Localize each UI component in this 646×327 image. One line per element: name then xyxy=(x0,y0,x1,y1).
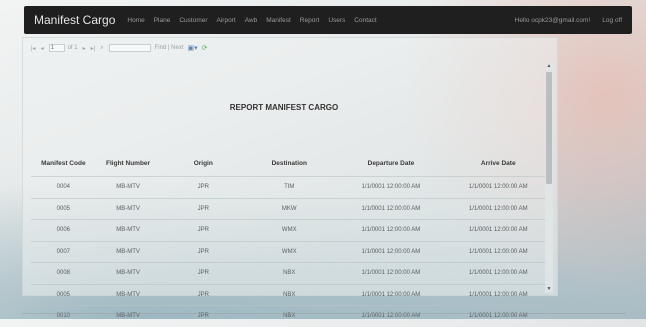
nav-user-area: Hello ocpk23@gmail.com! Log off xyxy=(515,17,622,24)
cell-manifest-code: 0008 xyxy=(31,262,96,284)
logout-link[interactable]: Log off xyxy=(602,17,622,24)
cell-arrive-date: 1/1/0001 12:00:00 AM xyxy=(449,305,547,327)
page-count-label: of 1 xyxy=(67,45,78,51)
cell-manifest-code: 0005 xyxy=(31,283,96,306)
cell-departure-date: 1/1/0001 12:00:00 AM xyxy=(332,283,450,306)
column-header-origin: Origin xyxy=(193,159,213,167)
cell-origin: JPR xyxy=(160,283,247,306)
cell-origin: JPR xyxy=(160,305,247,327)
cell-departure-date: 1/1/0001 12:00:00 AM xyxy=(332,262,450,284)
cell-departure-date: 1/1/0001 12:00:00 AM xyxy=(332,240,450,263)
nav-item-users[interactable]: Users xyxy=(328,17,345,24)
nav-menu: Home Plane Customer Airport Awb Manifest… xyxy=(127,17,385,24)
footer-divider xyxy=(22,313,626,314)
cell-arrive-date: 1/1/0001 12:00:00 AM xyxy=(449,240,547,263)
cell-destination: NBX xyxy=(246,305,333,327)
cell-origin: JPR xyxy=(160,176,247,198)
zoom-icon[interactable]: ⌕ xyxy=(100,45,103,52)
cell-origin: JPR xyxy=(160,240,247,263)
column-header-destination: Destination xyxy=(271,159,307,167)
user-greeting-link[interactable]: Hello ocpk23@gmail.com! xyxy=(515,17,591,24)
cell-manifest-code: 0006 xyxy=(31,219,96,241)
cell-arrive-date: 1/1/0001 12:00:00 AM xyxy=(449,283,547,306)
column-header-departure-date: Departure Date xyxy=(367,159,415,167)
cell-origin: JPR xyxy=(160,219,247,241)
column-header-flight-number: Flight Number xyxy=(106,159,151,167)
refresh-icon[interactable]: ⟳ xyxy=(202,44,208,52)
nav-item-manifest[interactable]: Manifest xyxy=(266,17,291,24)
cell-flight-number: MB-MTV xyxy=(95,219,161,241)
table-row: 0008 MB-MTV JPR NBX 1/1/0001 12:00:00 AM… xyxy=(31,262,547,284)
cell-origin: JPR xyxy=(160,197,247,220)
nav-item-contact[interactable]: Contact xyxy=(354,17,376,24)
cell-flight-number: MB-MTV xyxy=(95,240,161,263)
cell-flight-number: MB-MTV xyxy=(95,197,161,220)
page-number-input[interactable]: 1 xyxy=(48,44,65,52)
cell-flight-number: MB-MTV xyxy=(95,283,161,306)
cell-destination: WMX xyxy=(246,219,333,241)
table-row: 0006 MB-MTV JPR WMX 1/1/0001 12:00:00 AM… xyxy=(31,219,547,241)
next-page-icon[interactable]: ▸ xyxy=(83,45,86,52)
find-input[interactable] xyxy=(108,44,151,52)
report-title: REPORT MANIFEST CARGO xyxy=(229,103,339,112)
cell-arrive-date: 1/1/0001 12:00:00 AM xyxy=(449,219,547,241)
table-row: 0005 MB-MTV JPR MKW 1/1/0001 12:00:00 AM… xyxy=(31,197,547,220)
cell-manifest-code: 0005 xyxy=(31,197,96,220)
cell-destination: NBX xyxy=(246,262,333,284)
table-row: 0007 MB-MTV JPR WMX 1/1/0001 12:00:00 AM… xyxy=(31,240,547,263)
cell-origin: JPR xyxy=(160,262,247,284)
cell-manifest-code: 0004 xyxy=(31,176,96,198)
report-viewer: |◂ ◂ 1 of 1 ▸ ▸| ⌕ Find | Next ▣▾ ⟳ REPO… xyxy=(22,37,558,327)
table-header-row: Manifest Code Flight Number Origin Desti… xyxy=(31,150,547,177)
scroll-down-arrow-icon[interactable]: ▼ xyxy=(545,285,553,293)
prev-page-icon[interactable]: ◂ xyxy=(41,45,44,52)
export-icon[interactable]: ▣▾ xyxy=(187,44,197,52)
nav-item-airport[interactable]: Airport xyxy=(217,17,236,24)
table-row: 0004 MB-MTV JPR TIM 1/1/0001 12:00:00 AM… xyxy=(31,176,547,198)
last-page-icon[interactable]: ▸| xyxy=(91,45,96,52)
cell-manifest-code: 0007 xyxy=(31,240,96,263)
cell-destination: WMX xyxy=(246,240,333,263)
column-header-arrive-date: Arrive Date xyxy=(480,159,516,167)
cell-destination: TIM xyxy=(246,176,333,198)
table-row: 0010 MB-MTV JPR NBX 1/1/0001 12:00:00 AM… xyxy=(31,305,547,327)
cell-departure-date: 1/1/0001 12:00:00 AM xyxy=(332,176,450,198)
scrollbar-thumb[interactable] xyxy=(546,72,552,184)
table-row: 0005 MB-MTV JPR NBX 1/1/0001 12:00:00 AM… xyxy=(31,283,547,306)
cell-departure-date: 1/1/0001 12:00:00 AM xyxy=(332,305,450,327)
manifest-table: Manifest Code Flight Number Origin Desti… xyxy=(31,150,547,327)
scroll-up-arrow-icon[interactable]: ▲ xyxy=(545,62,553,70)
report-scrollbar[interactable]: ▲ ▼ xyxy=(545,62,553,293)
cell-arrive-date: 1/1/0001 12:00:00 AM xyxy=(449,176,547,198)
cell-destination: MKW xyxy=(246,197,333,220)
cell-flight-number: MB-MTV xyxy=(95,176,161,198)
first-page-icon[interactable]: |◂ xyxy=(31,45,36,52)
cell-departure-date: 1/1/0001 12:00:00 AM xyxy=(332,197,450,220)
report-toolbar: |◂ ◂ 1 of 1 ▸ ▸| ⌕ Find | Next ▣▾ ⟳ xyxy=(31,42,208,54)
find-next-link[interactable]: Find | Next xyxy=(155,45,184,51)
cell-destination: NBX xyxy=(246,283,333,306)
nav-item-customer[interactable]: Customer xyxy=(179,17,207,24)
cell-flight-number: MB-MTV xyxy=(95,262,161,284)
cell-departure-date: 1/1/0001 12:00:00 AM xyxy=(332,219,450,241)
nav-item-awb[interactable]: Awb xyxy=(245,17,258,24)
cell-arrive-date: 1/1/0001 12:00:00 AM xyxy=(449,262,547,284)
nav-item-plane[interactable]: Plane xyxy=(154,17,171,24)
top-navbar: Manifest Cargo Home Plane Customer Airpo… xyxy=(24,6,632,34)
cell-flight-number: MB-MTV xyxy=(95,305,161,327)
brand-logo[interactable]: Manifest Cargo xyxy=(34,13,115,27)
nav-item-home[interactable]: Home xyxy=(127,17,144,24)
nav-item-report[interactable]: Report xyxy=(300,17,320,24)
column-header-manifest-code: Manifest Code xyxy=(41,159,86,167)
cell-arrive-date: 1/1/0001 12:00:00 AM xyxy=(449,197,547,220)
cell-manifest-code: 0010 xyxy=(31,305,96,327)
